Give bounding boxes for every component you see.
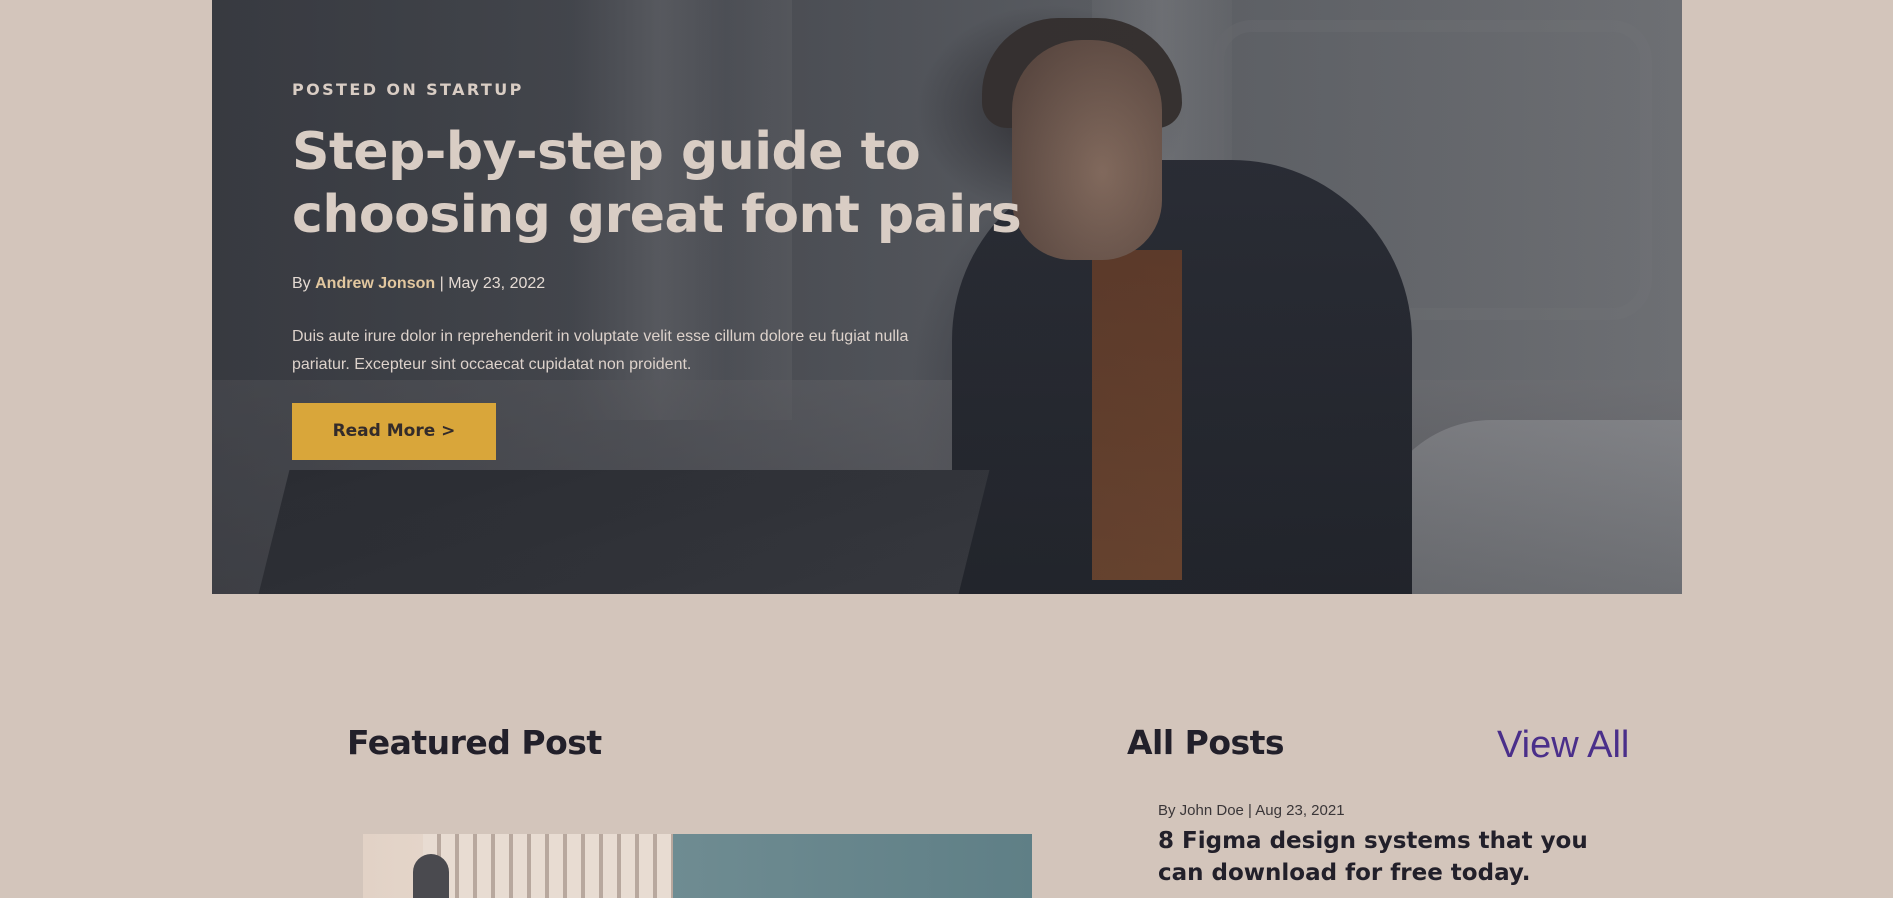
hero-excerpt: Duis aute irure dolor in reprehenderit i… bbox=[292, 328, 909, 373]
by-prefix: By bbox=[292, 275, 311, 292]
hero-banner: POSTED ON STARTUP Step-by-step guide to … bbox=[212, 0, 1682, 594]
post-title[interactable]: 8 Figma design systems that you can down… bbox=[1158, 825, 1618, 889]
read-more-button[interactable]: Read More > bbox=[292, 403, 496, 460]
featured-post-heading: Featured Post bbox=[347, 723, 602, 762]
featured-image-building bbox=[423, 834, 673, 898]
all-posts-heading: All Posts bbox=[1127, 723, 1285, 762]
view-all-link[interactable]: View All bbox=[1497, 724, 1629, 767]
hero-category-label: POSTED ON STARTUP bbox=[292, 80, 524, 99]
featured-post-image[interactable] bbox=[363, 834, 1032, 898]
hero-author-link[interactable]: Andrew Jonson bbox=[315, 275, 435, 292]
featured-image-window bbox=[413, 854, 449, 898]
hero-date: May 23, 2022 bbox=[448, 275, 546, 292]
post-meta: By John Doe | Aug 23, 2021 bbox=[1158, 802, 1345, 819]
hero-title[interactable]: Step-by-step guide to choosing great fon… bbox=[292, 121, 1152, 247]
hero-meta: By Andrew Jonson | May 23, 2022 bbox=[292, 275, 1192, 293]
list-item[interactable]: By John Doe | Aug 23, 2021 8 Figma desig… bbox=[1158, 802, 1618, 889]
meta-separator: | bbox=[439, 275, 444, 292]
hero-content: POSTED ON STARTUP Step-by-step guide to … bbox=[292, 80, 1192, 460]
